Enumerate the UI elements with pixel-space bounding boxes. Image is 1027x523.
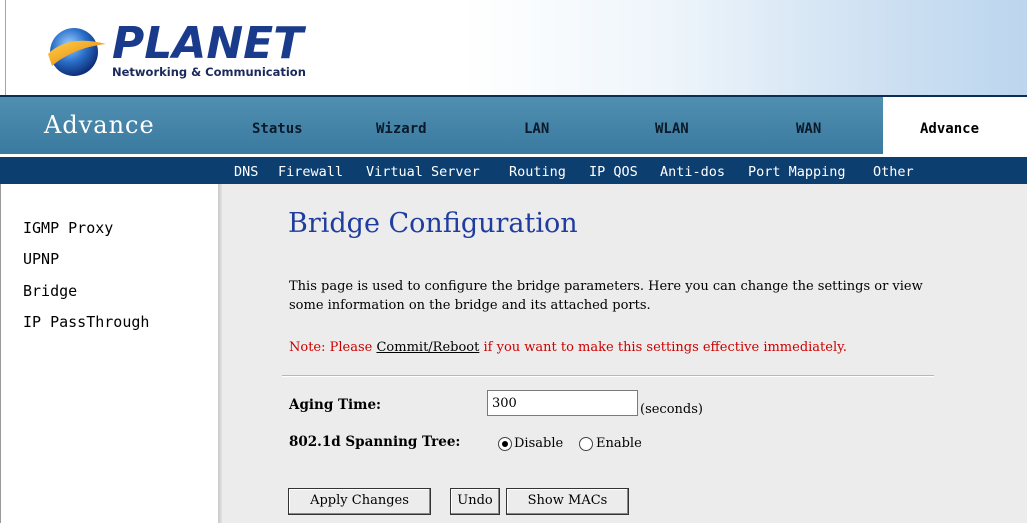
spanning-tree-disable-label[interactable]: Disable: [514, 436, 563, 451]
subnav-ip-qos[interactable]: IP QOS: [589, 164, 638, 180]
note-prefix: Note: Please: [289, 340, 377, 355]
sidebar: IGMP Proxy UPNP Bridge IP PassThrough: [0, 184, 219, 523]
subnav-firewall[interactable]: Firewall: [278, 164, 343, 180]
subnav-dns[interactable]: DNS: [234, 164, 258, 180]
sidebar-item-bridge[interactable]: Bridge: [23, 282, 77, 300]
globe-logo-icon: [48, 28, 106, 76]
show-macs-button[interactable]: Show MACs: [506, 488, 629, 515]
note-suffix: if you want to make this settings effect…: [479, 340, 847, 355]
brand-tagline: Networking & Communication: [112, 65, 306, 79]
subnav-port-mapping[interactable]: Port Mapping: [748, 164, 846, 180]
aging-time-label: Aging Time:: [289, 397, 382, 413]
nav-bar: Advance Status Wizard LAN WLAN WAN: [0, 97, 1027, 154]
radio-selected-dot: [502, 441, 508, 447]
subnav-routing[interactable]: Routing: [509, 164, 566, 180]
sidebar-item-igmp-proxy[interactable]: IGMP Proxy: [23, 219, 113, 237]
tab-wan[interactable]: WAN: [796, 121, 821, 137]
tab-wizard[interactable]: Wizard: [376, 121, 427, 137]
undo-button[interactable]: Undo: [450, 488, 500, 515]
aging-time-unit: (seconds): [640, 402, 703, 417]
planet-logo: PLANET Networking & Communication: [44, 18, 306, 84]
sidebar-item-upnp[interactable]: UPNP: [23, 250, 59, 268]
page-title: Bridge Configuration: [288, 208, 578, 239]
main-content: Bridge Configuration This page is used t…: [222, 184, 1027, 523]
subnav-other[interactable]: Other: [873, 164, 914, 180]
brand-name: PLANET: [112, 18, 304, 69]
tab-status[interactable]: Status: [252, 121, 303, 137]
spanning-tree-enable-radio[interactable]: [579, 437, 593, 451]
tab-wlan[interactable]: WLAN: [655, 121, 689, 137]
tab-lan[interactable]: LAN: [524, 121, 549, 137]
page-description: This page is used to configure the bridg…: [289, 279, 923, 313]
divider: [282, 375, 934, 377]
subnav-anti-dos[interactable]: Anti-dos: [660, 164, 725, 180]
apply-changes-button[interactable]: Apply Changes: [288, 488, 431, 515]
header: PLANET Networking & Communication: [0, 0, 1027, 95]
note-text: Note: Please Commit/Reboot if you want t…: [289, 340, 847, 355]
spanning-tree-disable-radio[interactable]: [498, 437, 512, 451]
tab-advance-label: Advance: [920, 121, 980, 137]
commit-reboot-link[interactable]: Commit/Reboot: [376, 340, 479, 355]
sub-nav: DNS Firewall Virtual Server Routing IP Q…: [0, 157, 1027, 184]
aging-time-input[interactable]: [487, 390, 638, 416]
tab-advance[interactable]: Advance: [883, 97, 1027, 154]
subnav-virtual-server[interactable]: Virtual Server: [366, 164, 480, 180]
header-border: [5, 0, 6, 95]
spanning-tree-label: 802.1d Spanning Tree:: [289, 434, 461, 450]
spanning-tree-enable-label[interactable]: Enable: [596, 436, 642, 451]
main-nav: Advance Status Wizard LAN WLAN WAN Advan…: [0, 95, 1027, 157]
section-title: Advance: [44, 111, 155, 139]
sidebar-item-ip-passthrough[interactable]: IP PassThrough: [23, 313, 149, 331]
